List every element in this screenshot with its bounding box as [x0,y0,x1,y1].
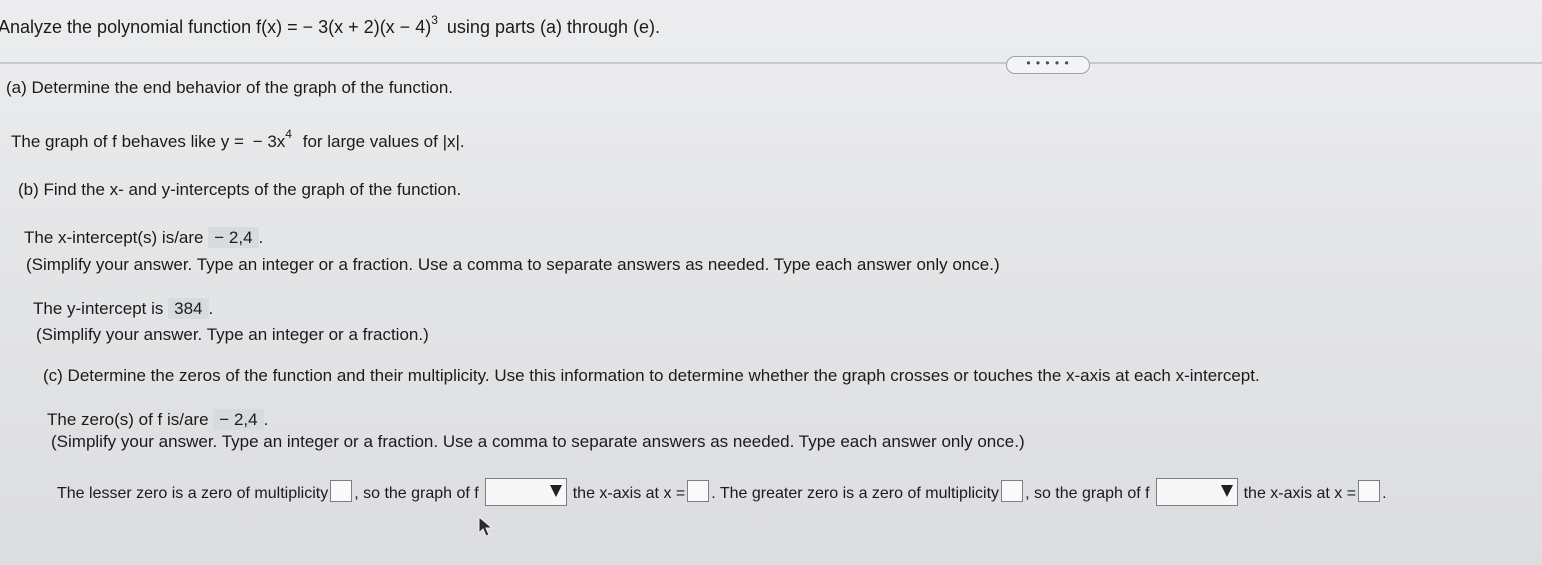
lesser-zero-text: The lesser zero is a zero of multiplicit… [57,485,329,502]
mouse-cursor-icon [478,516,494,537]
x-intercept-line: The x-intercept(s) is/are − 2,4. [24,227,264,248]
dropdown-arrow-icon [1220,485,1233,497]
question-suffix: using parts (a) through (e). [446,17,661,37]
part-a-answer-line: The graph of f behaves like y = − 3x4 fo… [11,127,465,152]
greater-crosses-touches-dropdown[interactable] [1155,478,1238,506]
lesser-multiplicity-input[interactable] [330,480,353,502]
so-graph-text-2: , so the graph of f [1025,485,1150,502]
part-a-suffix: for large values of |x|. [302,132,465,151]
zeros-hint: (Simplify your answer. Type an integer o… [51,432,1025,451]
end-behavior-answer: − 3x4 [252,127,292,151]
multiplicity-line: The lesser zero is a zero of multiplicit… [57,478,1387,506]
y-intercept-hint: (Simplify your answer. Type an integer o… [36,325,429,344]
part-a-title: (a) Determine the end behavior of the gr… [6,78,453,97]
part-a-prefix: The graph of f behaves like y = [11,132,244,151]
zeros-line: The zero(s) of f is/are − 2,4. [47,409,269,430]
y-intercept-answer[interactable]: 384 [168,298,209,319]
greater-multiplicity-input[interactable] [1001,480,1024,502]
greater-x-value-input[interactable] [1358,480,1381,502]
question-exponent: 3 [431,13,438,27]
expand-button[interactable]: • • • • • [1006,56,1090,74]
x-intercept-hint: (Simplify your answer. Type an integer o… [26,255,1000,274]
part-c-title: (c) Determine the zeros of the function … [43,366,1260,385]
zeros-label: The zero(s) of f is/are [47,410,209,429]
axis-at-text: the x-axis at x = [572,485,686,502]
zeros-answer[interactable]: − 2,4 [213,409,264,430]
so-graph-text: , so the graph of f [354,485,479,502]
part-b-title: (b) Find the x- and y-intercepts of the … [18,180,462,199]
divider [0,62,1542,64]
axis-at-text-2: the x-axis at x = [1243,485,1357,502]
y-intercept-line: The y-intercept is 384. [33,298,214,319]
greater-zero-text: . The greater zero is a zero of multipli… [711,485,1000,502]
question-text: Analyze the polynomial function f(x) = −… [0,14,661,38]
question-prefix: Analyze the polynomial function f(x) = −… [0,17,432,37]
x-intercept-answer[interactable]: − 2,4 [208,227,259,248]
dropdown-arrow-icon [549,485,562,497]
lesser-crosses-touches-dropdown[interactable] [484,478,567,506]
lesser-x-value-input[interactable] [687,480,710,502]
x-intercept-label: The x-intercept(s) is/are [24,228,204,247]
y-intercept-label: The y-intercept is [33,299,164,318]
